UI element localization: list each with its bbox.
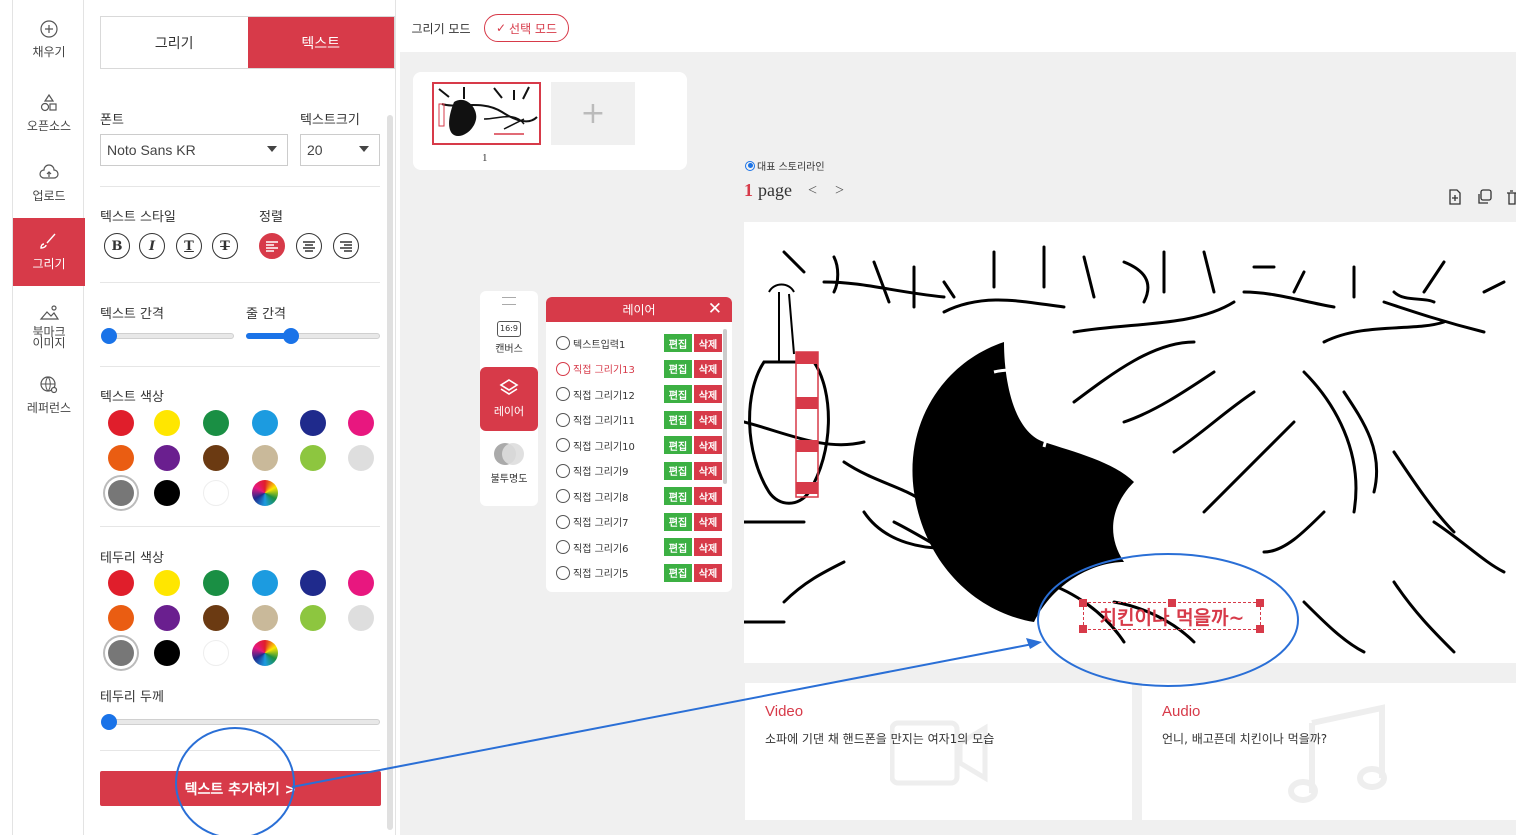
arrowhead-icon (1026, 638, 1042, 649)
annotation-circle (175, 727, 295, 835)
annotation-overlay (175, 553, 1299, 835)
annotation-arrow (291, 642, 1039, 788)
annotation-circle (1037, 553, 1299, 687)
